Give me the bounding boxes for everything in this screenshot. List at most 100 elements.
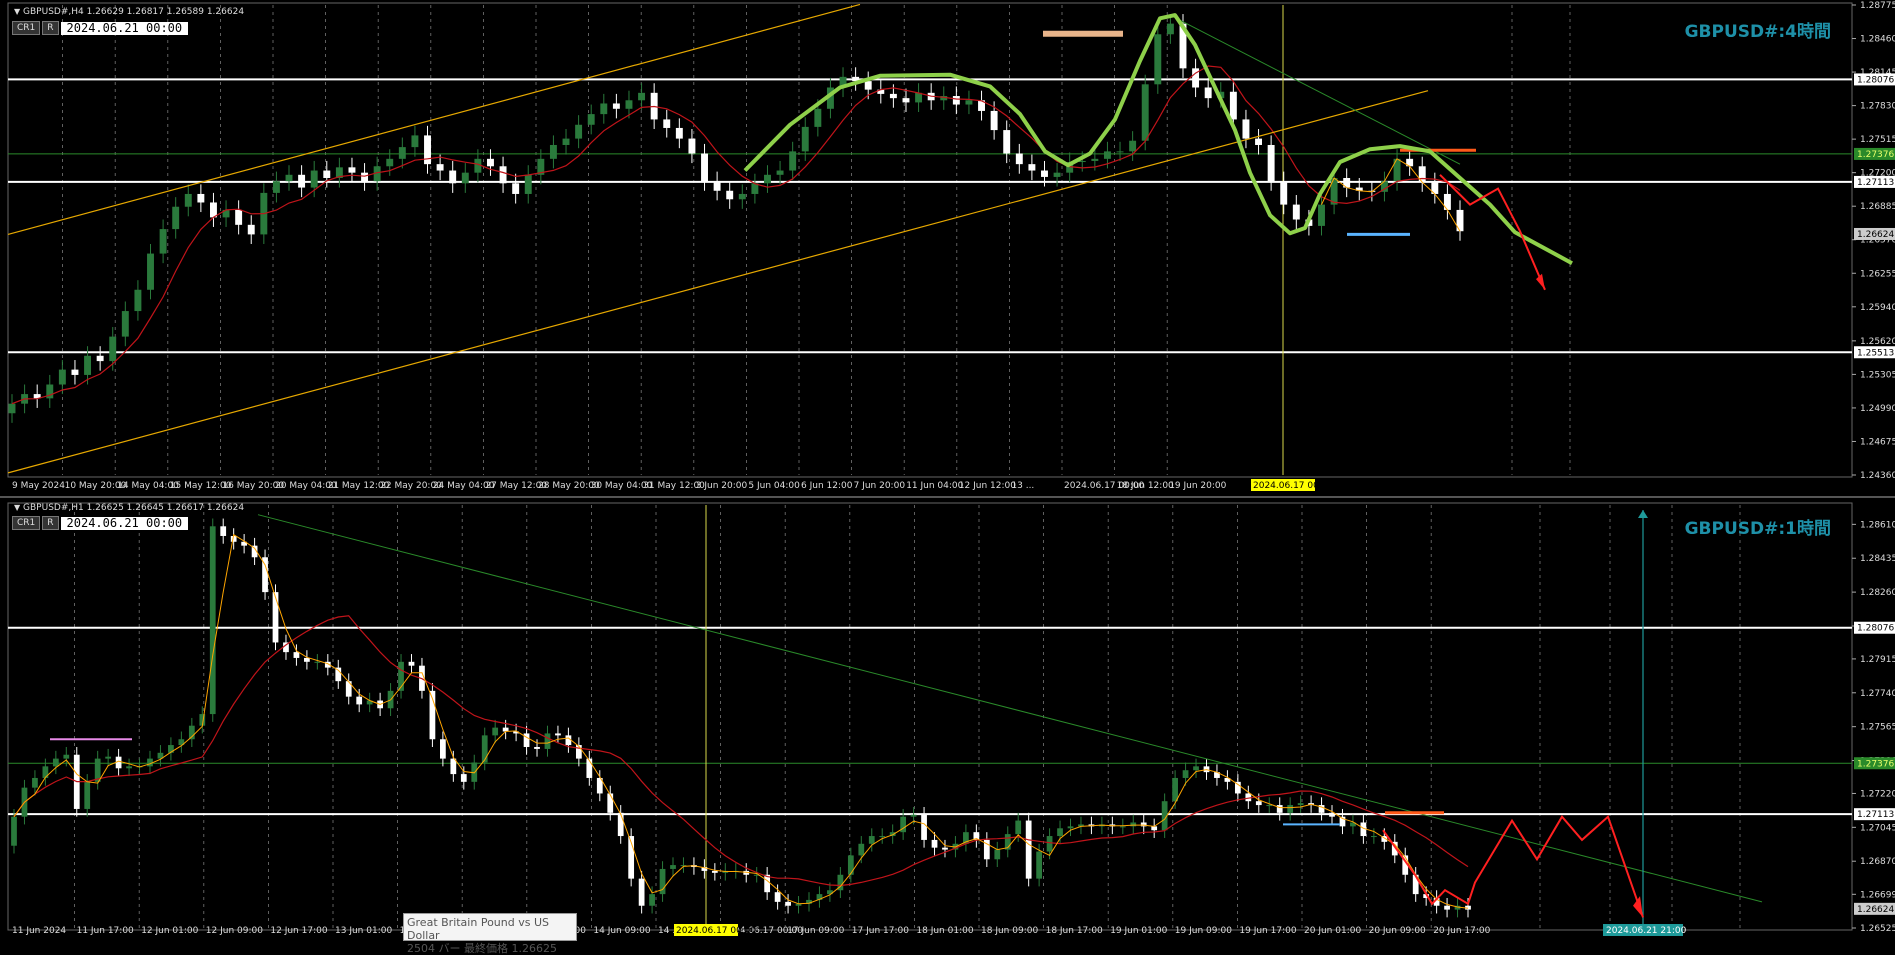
x-tick-label: 18 Jun 01:00 [916,926,973,936]
candle-body [512,183,520,194]
forecast-arrowhead [1536,273,1545,290]
candle-body [272,181,280,193]
candle-body [617,812,624,837]
h4-pane-title: GBPUSD#:4時間 [1684,22,1831,42]
x-tick-label: 18 Jun 09:00 [981,926,1038,936]
candle-body [1057,828,1063,837]
h4-chart-canvas[interactable]: 9 May 2024 10 May 20:0014 May 04:0015 May… [0,0,1895,496]
candle-body [209,526,216,715]
candle-body [1028,164,1036,171]
candle-body [726,190,734,200]
candle-body [285,174,293,182]
candle-body [1151,826,1158,831]
x-tick-label: 6 Jun 12:00 [801,481,853,491]
candle-body [304,657,310,662]
candle-body [990,110,998,131]
candle-body [994,849,1001,860]
candle-body [921,814,927,840]
candle-body [942,847,948,850]
candle-body [549,144,557,159]
candle-body [600,103,608,115]
candle-body [670,865,676,869]
candle-body [638,878,645,906]
candle-body [785,901,791,906]
candle-body [1116,151,1124,153]
h4-control-row: CR1 R 2024.06.21 00:00 [12,21,189,35]
x-tick-label: 19 Jun 01:00 [1110,926,1167,936]
x-tick-label: 19 Jun 17:00 [1239,926,1296,936]
h4-symbol-info: ▼ GBPUSD#,H4 1.26629 1.26817 1.26589 1.2… [14,7,244,17]
candle-body [436,164,444,171]
price-tag-label: 1.27113 [1857,810,1894,820]
x-tick-label: 9 May 2024 [12,481,65,491]
candle-body [889,93,897,99]
candle-body [235,209,243,225]
collapse-triangle-icon[interactable]: ▼ [14,7,20,16]
candle-body [184,193,192,207]
y-tick-label: 1.24360 [1860,471,1895,481]
candle-body [1053,172,1061,177]
x-tick-label: 7 Jun 20:00 [854,481,906,491]
x-tick-label: 11 Jun 04:00 [906,481,963,491]
candle-body [460,774,467,782]
candle-body [105,756,112,759]
candle-body [1280,181,1288,205]
x-tick-label: 12 Jun 17:00 [270,926,327,936]
candle-body [361,172,369,182]
y-tick-label: 1.27915 [1860,655,1895,665]
candle-body [663,119,671,128]
h1-r-button[interactable]: R [42,516,59,530]
candle-body [63,754,70,759]
candle-body [1370,836,1377,838]
price-tag-label: 1.27376 [1857,759,1894,769]
x-tick-label: 11 Jun 2024 [12,926,66,936]
candle-body [1204,87,1212,99]
y-tick-label: 1.28435 [1860,554,1895,564]
candle-body [1130,822,1137,827]
candle-body [84,781,91,809]
candle-body [789,151,797,171]
candle-body [32,777,38,788]
candle-body [711,870,718,873]
moving-average-fast [13,533,1469,909]
x-tick-label: 18 Jun 17:00 [1046,926,1103,936]
candle-body [126,766,132,769]
candle-body [701,153,708,182]
candle-body [481,735,488,763]
candle-body [348,167,356,173]
candle-body [1182,770,1189,778]
h1-cr1-button[interactable]: CR1 [12,516,41,530]
candle-body [121,311,129,337]
x-tick-label: 13 Jun 01:00 [335,926,392,936]
candle-body [1119,826,1126,828]
candle-body [272,592,279,643]
h4-date-field[interactable]: 2024.06.21 00:00 [60,21,189,35]
candle-body [386,158,394,167]
h4-r-button[interactable]: R [42,21,59,35]
candle-body [1103,151,1111,159]
candle-body [713,181,721,191]
h1-chart-canvas[interactable]: 11 Jun 2024 11 Jun 17:00 12 Jun 01:00 12 Ju… [0,500,1895,941]
h1-control-row: CR1 R 2024.06.21 00:00 [12,516,189,530]
y-tick-label: 1.28775 [1860,1,1895,11]
forecast-path [1382,814,1644,918]
candle-body [1154,34,1162,85]
candle-body [58,369,66,385]
candle-body [1318,204,1325,226]
h4-chart-pane[interactable]: 9 May 2024 10 May 20:00 14 May 04:00 15 May… [0,0,1895,498]
x-tick-label: 5 Jun 04:00 [748,481,800,491]
collapse-triangle-icon[interactable]: ▼ [14,503,20,512]
h1-date-field[interactable]: 2024.06.21 00:00 [60,516,189,530]
candle-body [1444,905,1450,910]
candle-body [1255,138,1263,145]
y-tick-label: 1.26525 [1860,924,1895,934]
h4-cr1-button[interactable]: CR1 [12,21,41,35]
candle-body [607,793,614,813]
h1-chart-pane[interactable]: 11 Jun 2024 11 Jun 17:00 12 Jun 01:00 12 Ju… [0,500,1895,941]
channel-upper-line [7,3,861,235]
candle-body [801,126,809,152]
candle-body [1172,777,1178,802]
candle-body [398,147,406,159]
candle-body [147,253,154,290]
candle-body [293,652,300,658]
